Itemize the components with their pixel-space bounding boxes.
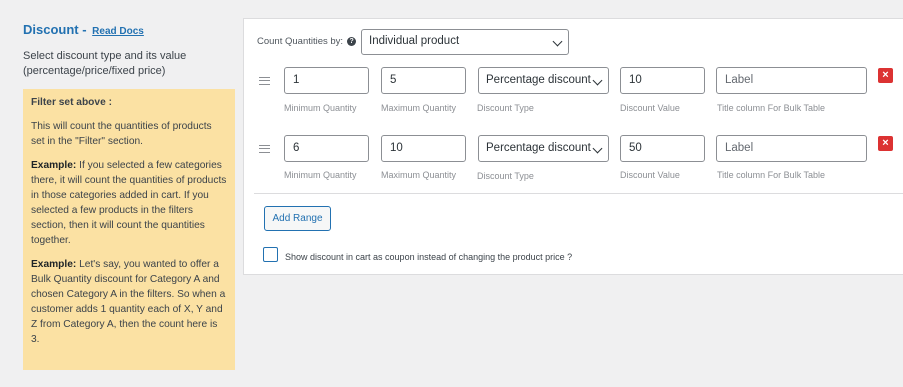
title-label-input[interactable]: Label [716, 67, 867, 94]
max-quantity-input[interactable]: 5 [381, 67, 466, 94]
read-docs-link[interactable]: Read Docs [92, 26, 144, 37]
help-icon[interactable]: ? [347, 36, 357, 46]
divider [254, 193, 903, 194]
discount-type-select[interactable]: Percentage discount [478, 135, 609, 162]
filter-note-p3-text: Let's say, you wanted to offer a Bulk Qu… [31, 259, 226, 345]
filter-note-p3: Example: Let's say, you wanted to offer … [31, 257, 228, 347]
count-quantities-select[interactable]: Individual product [361, 29, 569, 55]
caption-discount-value: Discount Value [620, 170, 680, 180]
caption-max-quantity: Maximum Quantity [381, 103, 457, 113]
discount-value-input[interactable]: 50 [620, 135, 705, 162]
section-title-text: Discount - [23, 22, 91, 37]
example-label: Example: [31, 160, 77, 171]
discount-type-select[interactable]: Percentage discount [478, 67, 609, 94]
close-icon[interactable]: × [878, 136, 893, 151]
discount-type-value: Percentage discount [486, 74, 591, 86]
coupon-option-checkbox[interactable] [263, 247, 278, 262]
caption-title-column: Title column For Bulk Table [717, 103, 826, 113]
example-label: Example: [31, 259, 77, 270]
caption-max-quantity: Maximum Quantity [381, 170, 457, 180]
max-quantity-input[interactable]: 10 [381, 135, 466, 162]
coupon-option-label: Show discount in cart as coupon instead … [285, 252, 573, 262]
section-title: Discount - Read Docs [23, 22, 144, 37]
filter-note-title: Filter set above : [31, 97, 112, 108]
discount-value-input[interactable]: 10 [620, 67, 705, 94]
chevron-down-icon [592, 75, 603, 86]
section-description: Select discount type and its value (perc… [23, 50, 187, 77]
min-quantity-input[interactable]: 1 [284, 67, 369, 94]
filter-note: Filter set above : This will count the q… [23, 89, 235, 370]
caption-min-quantity: Minimum Quantity [284, 103, 357, 113]
caption-min-quantity: Minimum Quantity [284, 170, 357, 180]
filter-note-p1: This will count the quantities of produc… [31, 121, 212, 147]
chevron-down-icon [552, 36, 563, 47]
title-label-input[interactable]: Label [716, 135, 867, 162]
caption-discount-type: Discount Type [477, 171, 534, 181]
min-quantity-input[interactable]: 6 [284, 135, 369, 162]
count-quantities-label: Count Quantities by:? [257, 36, 357, 47]
discount-ranges-panel: Count Quantities by:? Individual product… [243, 18, 903, 275]
section-sidebar: Discount - Read Docs Select discount typ… [0, 0, 243, 387]
caption-title-column: Title column For Bulk Table [717, 170, 826, 180]
drag-handle-icon[interactable] [259, 145, 270, 153]
filter-note-p2: Example: If you selected a few categorie… [31, 158, 228, 248]
count-quantities-value: Individual product [369, 35, 460, 47]
chevron-down-icon [592, 143, 603, 154]
drag-handle-icon[interactable] [259, 77, 270, 85]
caption-discount-type: Discount Type [477, 103, 534, 113]
close-icon[interactable]: × [878, 68, 893, 83]
filter-note-p2-text: If you selected a few categories there, … [31, 160, 227, 246]
discount-type-value: Percentage discount [486, 142, 591, 154]
add-range-button[interactable]: Add Range [264, 206, 331, 231]
caption-discount-value: Discount Value [620, 103, 680, 113]
